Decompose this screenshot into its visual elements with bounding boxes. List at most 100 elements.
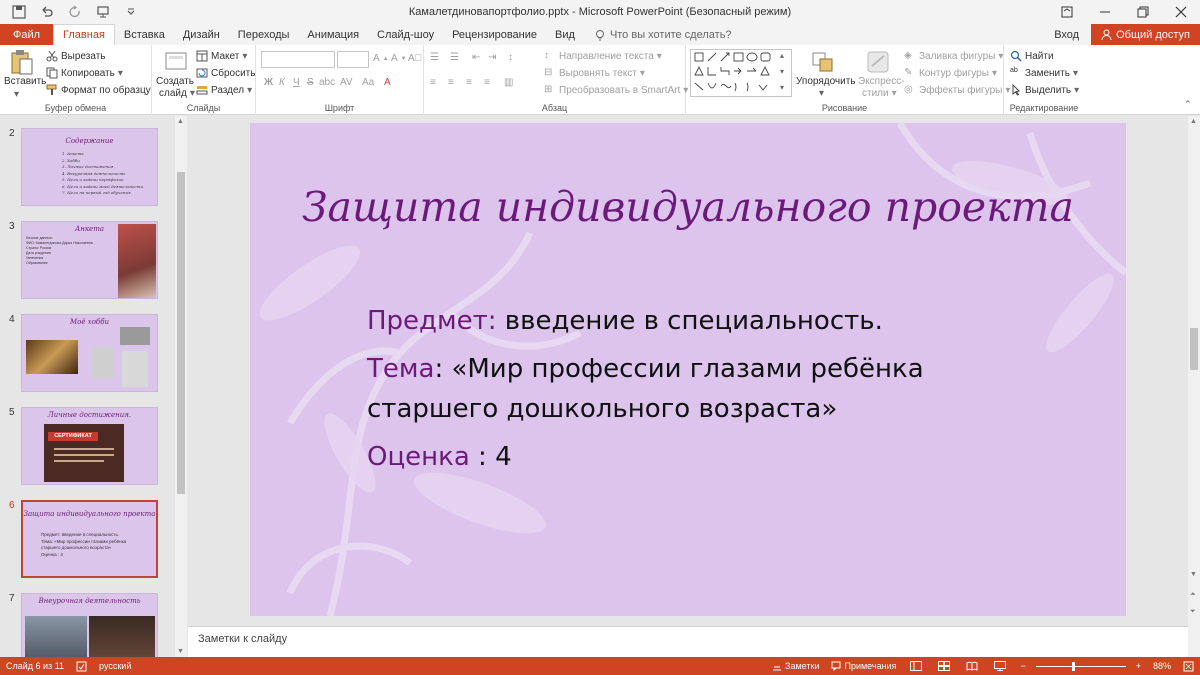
layout-button[interactable]: Макет ▾ [196, 50, 247, 62]
increase-indent-icon[interactable]: ⇥ [488, 52, 496, 63]
slideshow-view-button[interactable] [986, 661, 1014, 671]
shape-fill-button[interactable]: ◈ Заливка фигуры ▾ [904, 50, 1003, 62]
smartart-button[interactable]: ⊞ Преобразовать в SmartArt ▾ [544, 84, 688, 96]
strikethrough-button[interactable]: S [307, 77, 314, 88]
text-direction-button[interactable]: ↕ Направление текста ▾ [544, 50, 662, 62]
arrange-button[interactable]: Упорядочить [796, 76, 856, 87]
slide-sorter-button[interactable] [930, 661, 958, 671]
align-right-icon[interactable]: ≡ [466, 77, 472, 88]
quick-styles-button-line1[interactable]: Экспресс- [858, 76, 905, 87]
slide-thumbnail-4[interactable]: Моё хобби [21, 314, 158, 392]
paste-button[interactable]: Вставить [4, 76, 46, 87]
quick-styles-icon[interactable] [866, 49, 890, 75]
shrink-font-icon[interactable]: A ▼ [391, 53, 407, 64]
align-center-icon[interactable]: ≡ [448, 77, 454, 88]
redo-icon[interactable] [62, 1, 88, 23]
slide-thumbnail-6[interactable]: Защита индивидуального проекта Предмет: … [21, 500, 158, 578]
find-button[interactable]: Найти [1010, 50, 1054, 62]
change-case-button[interactable]: Aa [362, 77, 374, 88]
decrease-indent-icon[interactable]: ⇤ [472, 52, 480, 63]
clear-formatting-icon[interactable]: A⃠ [408, 53, 422, 64]
editor-scrollbar[interactable]: ▲ ▼ ⏶ ⏷ [1188, 116, 1200, 657]
previous-slide-icon[interactable]: ⏶ [1190, 591, 1196, 599]
quick-styles-button-line2[interactable]: стили ▾ [862, 88, 897, 99]
tab-home[interactable]: Главная [53, 24, 115, 45]
cut-button[interactable]: Вырезать [46, 50, 105, 62]
paste-dropdown-icon[interactable]: ▾ [14, 89, 19, 100]
spellcheck-icon[interactable] [70, 661, 93, 672]
minimize-icon[interactable] [1086, 0, 1124, 24]
italic-button[interactable]: К [279, 77, 285, 88]
tab-animations[interactable]: Анимация [298, 24, 368, 45]
zoom-level[interactable]: 88% [1147, 661, 1177, 671]
tell-me-box[interactable]: Что вы хотите сделать? [584, 24, 732, 45]
new-slide-button-line1[interactable]: Создать [156, 76, 194, 87]
zoom-out-button[interactable]: − [1014, 661, 1031, 671]
tab-insert[interactable]: Вставка [115, 24, 174, 45]
align-left-icon[interactable]: ≡ [430, 77, 436, 88]
current-slide[interactable]: Защита индивидуального проекта Предмет: … [250, 123, 1126, 616]
tab-file[interactable]: Файл [0, 24, 54, 45]
notes-toggle[interactable]: Заметки [766, 661, 825, 671]
bold-button[interactable]: Ж [264, 77, 273, 88]
paste-icon[interactable] [10, 49, 34, 75]
format-painter-button[interactable]: Формат по образцу [46, 84, 151, 96]
font-name-input[interactable] [261, 51, 335, 68]
shapes-gallery[interactable] [690, 49, 792, 97]
tab-transitions[interactable]: Переходы [229, 24, 299, 45]
reading-view-button[interactable] [958, 661, 986, 671]
section-button[interactable]: Раздел ▾ [196, 84, 252, 96]
select-button[interactable]: Выделить ▾ [1010, 83, 1079, 96]
grow-font-icon[interactable]: A ▲ [373, 53, 389, 64]
font-color-button[interactable]: A [384, 77, 391, 88]
zoom-slider[interactable] [1035, 661, 1126, 671]
slide-thumbnail-2[interactable]: Содержание 1. Анкета 2. Хобби 3. Личные … [21, 128, 158, 206]
tab-view[interactable]: Вид [546, 24, 584, 45]
tab-design[interactable]: Дизайн [174, 24, 229, 45]
font-size-input[interactable] [337, 51, 369, 68]
ribbon-display-options-icon[interactable] [1048, 0, 1086, 24]
scroll-down-icon[interactable]: ▼ [177, 648, 184, 655]
arrange-dropdown-icon[interactable]: ▾ [819, 88, 824, 99]
language-indicator[interactable]: русский [93, 661, 137, 671]
share-button[interactable]: Общий доступ [1091, 24, 1200, 45]
scroll-down-icon[interactable]: ▼ [1190, 571, 1197, 578]
new-slide-button-line2[interactable]: слайд ▾ [159, 88, 195, 99]
signin-link[interactable]: Вход [1042, 29, 1091, 41]
scroll-up-icon[interactable]: ▲ [177, 118, 184, 125]
columns-icon[interactable]: ▥ [504, 77, 513, 88]
new-slide-icon[interactable] [164, 49, 188, 75]
close-icon[interactable] [1162, 0, 1200, 24]
save-icon[interactable] [6, 1, 32, 23]
fit-to-window-button[interactable] [1177, 661, 1200, 672]
zoom-in-button[interactable]: + [1130, 661, 1147, 671]
char-spacing-button[interactable]: AV [340, 77, 353, 88]
notes-pane[interactable]: Заметки к слайду [188, 626, 1188, 657]
slide-thumbnail-3[interactable]: Анкета Личные данные: ФИО: Камалетдинова… [21, 221, 158, 299]
tab-slideshow[interactable]: Слайд-шоу [368, 24, 443, 45]
thumbnail-scrollbar[interactable]: ▲ ▼ [175, 116, 187, 657]
restore-icon[interactable] [1124, 0, 1162, 24]
replace-button[interactable]: ab Заменить ▾ [1010, 67, 1078, 79]
slide-thumbnail-5[interactable]: Личные достижения. СЕРТИФИКАТ [21, 407, 158, 485]
align-text-button[interactable]: ⊟ Выровнять текст ▾ [544, 67, 645, 79]
slideshow-from-beginning-icon[interactable] [90, 1, 116, 23]
bullets-icon[interactable]: ☰ [430, 52, 439, 63]
copy-button[interactable]: Копировать ▾ [46, 67, 123, 79]
shapes-gallery-scroll-down[interactable]: ▾ [780, 67, 784, 76]
shape-outline-button[interactable]: ✎ Контур фигуры ▾ [904, 67, 997, 79]
comments-toggle[interactable]: Примечания [825, 661, 902, 671]
customize-qat-icon[interactable] [118, 1, 144, 23]
shapes-gallery-more[interactable]: ▾ [780, 83, 784, 92]
zoom-slider-thumb[interactable] [1071, 661, 1075, 671]
line-spacing-icon[interactable]: ↕ [508, 52, 513, 63]
shadow-button[interactable]: abc [319, 77, 335, 88]
normal-view-button[interactable] [902, 661, 930, 671]
tab-review[interactable]: Рецензирование [443, 24, 546, 45]
numbering-icon[interactable]: ☰ [450, 52, 459, 63]
scroll-up-icon[interactable]: ▲ [1190, 118, 1197, 125]
shapes-gallery-scroll-up[interactable]: ▴ [780, 51, 784, 60]
slide-title[interactable]: Защита индивидуального проекта [250, 183, 1126, 231]
shape-effects-button[interactable]: ◎ Эффекты фигуры ▾ [904, 84, 1010, 96]
slide-thumbnail-7[interactable]: Внеурочная деятельность [21, 593, 158, 657]
